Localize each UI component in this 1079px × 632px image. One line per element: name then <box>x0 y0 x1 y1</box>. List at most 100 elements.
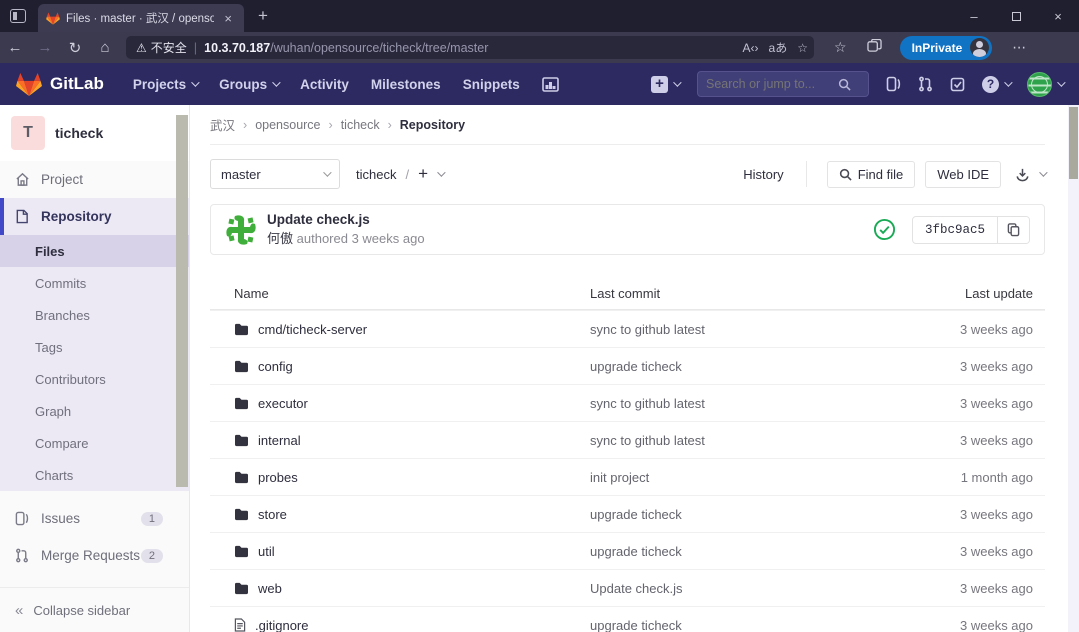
page-scrollbar[interactable] <box>1068 105 1079 632</box>
read-aloud-icon[interactable]: A‹› <box>743 41 759 55</box>
file-name-link[interactable]: .gitignore <box>210 618 590 632</box>
pipeline-passed-icon[interactable] <box>873 218 896 241</box>
last-commit-message-link[interactable]: upgrade ticheck <box>590 507 925 522</box>
file-name-link[interactable]: web <box>210 581 590 596</box>
repo-path-root[interactable]: ticheck <box>356 167 396 182</box>
nav-milestones[interactable]: Milestones <box>360 77 452 92</box>
translate-icon[interactable]: aあ <box>769 39 788 56</box>
breadcrumb-project[interactable]: ticheck <box>341 118 380 132</box>
todos-nav-icon[interactable] <box>950 77 965 92</box>
commit-authored-text: authored 3 weeks ago <box>297 231 425 246</box>
sidebar-item-merge-requests[interactable]: Merge Requests 2 <box>0 537 189 574</box>
download-menu[interactable] <box>1015 167 1045 182</box>
sidebar-subitem-files[interactable]: Files <box>0 235 189 267</box>
tab-actions-icon[interactable] <box>10 9 26 23</box>
file-name-link[interactable]: util <box>210 544 590 559</box>
page-scrollbar-thumb[interactable] <box>1069 107 1078 179</box>
gitlab-brand[interactable]: GitLab <box>16 72 104 97</box>
file-name-link[interactable]: probes <box>210 470 590 485</box>
file-table-body: cmd/ticheck-serversync to github latest3… <box>210 310 1045 632</box>
commit-title-link[interactable]: Update check.js <box>267 210 425 230</box>
breadcrumb-subgroup[interactable]: opensource <box>255 118 320 132</box>
sidebar-item-issues[interactable]: Issues 1 <box>0 500 189 537</box>
breadcrumb-group[interactable]: 武汉 <box>210 115 235 134</box>
issues-nav-icon[interactable] <box>886 76 901 92</box>
merge-requests-nav-icon[interactable] <box>918 76 933 92</box>
chevron-down-icon[interactable] <box>437 168 445 176</box>
not-secure-label[interactable]: 不安全 <box>151 39 187 56</box>
path-separator: / <box>405 167 409 182</box>
back-icon[interactable]: ← <box>0 39 30 56</box>
last-commit-message-link[interactable]: upgrade ticheck <box>590 618 925 632</box>
find-file-button[interactable]: Find file <box>827 161 916 188</box>
folder-icon <box>234 323 249 336</box>
breadcrumb-current: Repository <box>400 118 465 132</box>
collapse-sidebar-button[interactable]: « Collapse sidebar <box>0 587 189 632</box>
browser-tab[interactable]: Files · master · 武汉 / opensourc × <box>38 4 244 32</box>
sidebar-subitem-branches[interactable]: Branches <box>0 299 189 331</box>
sidebar-item-repository[interactable]: Repository <box>0 198 189 235</box>
sidebar-item-label: Merge Requests <box>41 548 140 563</box>
sidebar-subitem-charts[interactable]: Charts <box>0 459 189 491</box>
last-commit-message-link[interactable]: sync to github latest <box>590 322 925 337</box>
home-icon[interactable]: ⌂ <box>90 39 120 56</box>
file-name-link[interactable]: cmd/ticheck-server <box>210 322 590 337</box>
nav-snippets[interactable]: Snippets <box>452 77 531 92</box>
user-menu[interactable] <box>1027 72 1063 97</box>
file-icon <box>234 618 246 632</box>
last-commit-message-link[interactable]: init project <box>590 470 925 485</box>
sidebar-subitem-compare[interactable]: Compare <box>0 427 189 459</box>
new-menu-button[interactable] <box>651 76 679 93</box>
collections-icon[interactable] <box>867 39 882 56</box>
web-ide-button[interactable]: Web IDE <box>925 161 1001 188</box>
favorites-icon[interactable]: ☆ <box>834 39 847 56</box>
help-menu[interactable]: ? <box>982 76 1010 93</box>
last-commit-message-link[interactable]: sync to github latest <box>590 433 925 448</box>
folder-icon <box>234 545 249 558</box>
file-name-link[interactable]: internal <box>210 433 590 448</box>
last-commit-message-link[interactable]: upgrade ticheck <box>590 544 925 559</box>
last-commit-message-link[interactable]: sync to github latest <box>590 396 925 411</box>
nav-groups[interactable]: Groups <box>208 77 289 92</box>
sidebar-subitem-commits[interactable]: Commits <box>0 267 189 299</box>
commit-author-link[interactable]: 何傲 <box>267 231 293 246</box>
file-name-link[interactable]: executor <box>210 396 590 411</box>
sidebar-scrollbar[interactable] <box>176 115 188 487</box>
repo-path: ticheck / + <box>356 164 443 184</box>
nav-projects[interactable]: Projects <box>122 77 208 92</box>
last-update-time: 3 weeks ago <box>925 544 1045 559</box>
branch-selector[interactable]: master <box>210 159 340 189</box>
close-window-icon[interactable]: × <box>1037 0 1079 32</box>
refresh-icon[interactable]: ↻ <box>60 39 90 57</box>
last-update-time: 3 weeks ago <box>925 618 1045 632</box>
forward-icon[interactable]: → <box>30 39 60 56</box>
search-input[interactable] <box>706 77 838 91</box>
breadcrumb-separator: › <box>243 118 247 132</box>
file-name-link[interactable]: config <box>210 359 590 374</box>
close-tab-icon[interactable]: × <box>220 11 236 26</box>
address-bar[interactable]: ⚠ 不安全 | 10.3.70.187 /wuhan/opensource/ti… <box>126 36 814 59</box>
global-search[interactable] <box>697 71 869 97</box>
add-favorite-icon[interactable]: ☆ <box>797 41 808 55</box>
inprivate-badge[interactable]: InPrivate <box>900 36 993 60</box>
breadcrumb: 武汉 › opensource › ticheck › Repository <box>210 105 1045 145</box>
project-header[interactable]: T ticheck <box>0 105 189 161</box>
commit-sha[interactable]: 3fbc9ac5 <box>913 217 997 243</box>
analytics-chart-icon[interactable] <box>531 77 570 92</box>
sidebar-item-project[interactable]: Project <box>0 161 189 198</box>
more-menu-icon[interactable]: ⋯ <box>1012 39 1026 56</box>
sidebar-subitem-graph[interactable]: Graph <box>0 395 189 427</box>
last-commit-message-link[interactable]: Update check.js <box>590 581 925 596</box>
minimize-icon[interactable]: – <box>953 0 995 32</box>
maximize-icon[interactable] <box>995 0 1037 32</box>
sidebar-subitem-tags[interactable]: Tags <box>0 331 189 363</box>
history-button[interactable]: History <box>731 162 795 187</box>
nav-activity[interactable]: Activity <box>289 77 360 92</box>
new-tab-button[interactable]: + <box>258 6 268 26</box>
file-name-link[interactable]: store <box>210 507 590 522</box>
last-update-time: 1 month ago <box>925 470 1045 485</box>
last-commit-message-link[interactable]: upgrade ticheck <box>590 359 925 374</box>
sidebar-subitem-contributors[interactable]: Contributors <box>0 363 189 395</box>
add-file-button[interactable]: + <box>418 164 428 184</box>
copy-sha-button[interactable] <box>997 217 1029 243</box>
